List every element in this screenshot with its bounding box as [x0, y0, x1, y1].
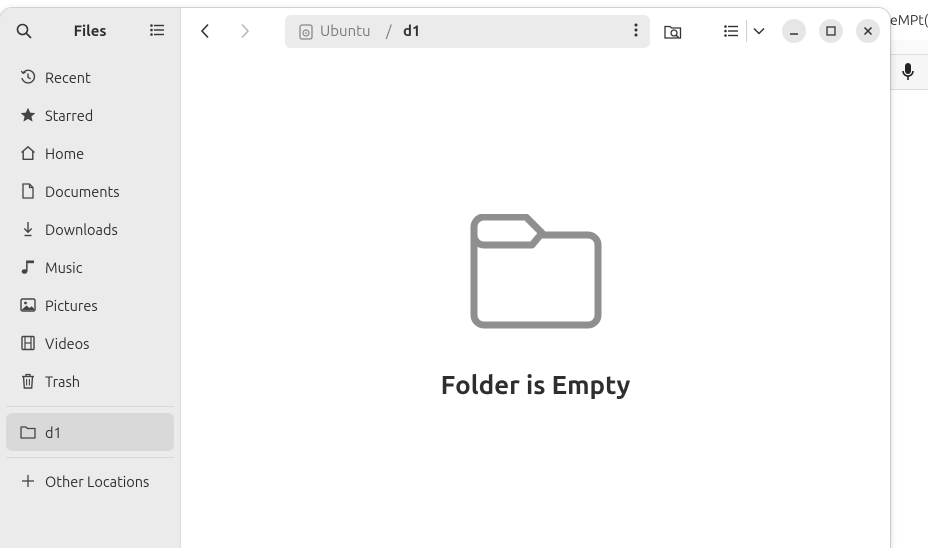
view-switch-divider: [746, 20, 747, 42]
sidebar-item-label: Recent: [45, 68, 91, 86]
sidebar-item-videos[interactable]: Videos: [0, 324, 180, 362]
path-segment-drive[interactable]: Ubuntu: [320, 22, 371, 39]
kebab-menu-icon[interactable]: [634, 23, 638, 41]
drive-icon: [299, 24, 313, 44]
clock-icon: [20, 69, 36, 85]
sidebar-item-label: Downloads: [45, 220, 118, 238]
header-bar: Ubuntu / d1: [181, 8, 890, 54]
folder-outline-icon: [470, 213, 602, 334]
microphone-icon[interactable]: [902, 63, 914, 85]
files-window: Files Recent Starred Home Documents Down…: [0, 8, 890, 548]
maximize-icon: [826, 26, 836, 36]
star-icon: [20, 107, 36, 123]
empty-state: [181, 213, 890, 334]
empty-state-message: Folder is Empty: [440, 370, 631, 399]
close-icon: [863, 26, 873, 36]
sidebar-item-label: Pictures: [45, 296, 98, 314]
sidebar-header: Files: [0, 8, 180, 54]
sidebar-item-d1[interactable]: d1: [6, 413, 174, 451]
background-window-content: [890, 90, 928, 540]
sidebar-item-label: Other Locations: [45, 472, 150, 490]
sidebar-item-label: Music: [45, 258, 83, 276]
download-icon: [20, 221, 36, 237]
main-pane: Ubuntu / d1 Folder is Empty: [181, 8, 890, 548]
path-bar[interactable]: Ubuntu / d1: [285, 15, 650, 48]
sidebar-item-label: Home: [45, 144, 85, 162]
back-arrow-icon[interactable]: [197, 22, 213, 40]
home-icon: [20, 145, 36, 161]
sidebar-item-label: Trash: [45, 372, 81, 390]
sidebar-item-trash[interactable]: Trash: [0, 362, 180, 400]
sidebar-item-music[interactable]: Music: [0, 248, 180, 286]
minimize-button[interactable]: [782, 19, 806, 43]
trash-icon: [20, 373, 36, 389]
chevron-down-icon[interactable]: [752, 24, 766, 38]
sidebar-item-downloads[interactable]: Downloads: [0, 210, 180, 248]
close-button[interactable]: [856, 19, 880, 43]
sidebar-item-starred[interactable]: Starred: [0, 96, 180, 134]
folder-icon: [20, 424, 36, 440]
music-note-icon: [20, 259, 36, 275]
sidebar-item-label: d1: [45, 423, 62, 441]
path-segment-current[interactable]: d1: [403, 22, 420, 39]
sidebar-item-label: Documents: [45, 182, 120, 200]
maximize-button[interactable]: [819, 19, 843, 43]
places-list: Recent Starred Home Documents Downloads …: [0, 58, 180, 400]
document-icon: [20, 183, 36, 199]
sidebar-item-other-locations[interactable]: Other Locations: [0, 462, 180, 500]
plus-icon: [20, 473, 36, 489]
list-view-icon[interactable]: [723, 23, 739, 39]
picture-icon: [20, 297, 36, 313]
sidebar-item-pictures[interactable]: Pictures: [0, 286, 180, 324]
path-separator: /: [386, 22, 392, 39]
sidebar-item-documents[interactable]: Documents: [0, 172, 180, 210]
minimize-icon: [790, 33, 798, 35]
sidebar: Files Recent Starred Home Documents Down…: [0, 8, 181, 548]
sidebar-separator: [6, 457, 174, 458]
forward-arrow-icon[interactable]: [237, 22, 253, 40]
film-icon: [20, 335, 36, 351]
sidebar-item-label: Videos: [45, 334, 90, 352]
sidebar-item-home[interactable]: Home: [0, 134, 180, 172]
sidebar-item-recent[interactable]: Recent: [0, 58, 180, 96]
hamburger-menu-icon[interactable]: [150, 24, 164, 36]
search-folder-icon[interactable]: [663, 22, 683, 42]
sidebar-item-label: Starred: [45, 106, 94, 124]
